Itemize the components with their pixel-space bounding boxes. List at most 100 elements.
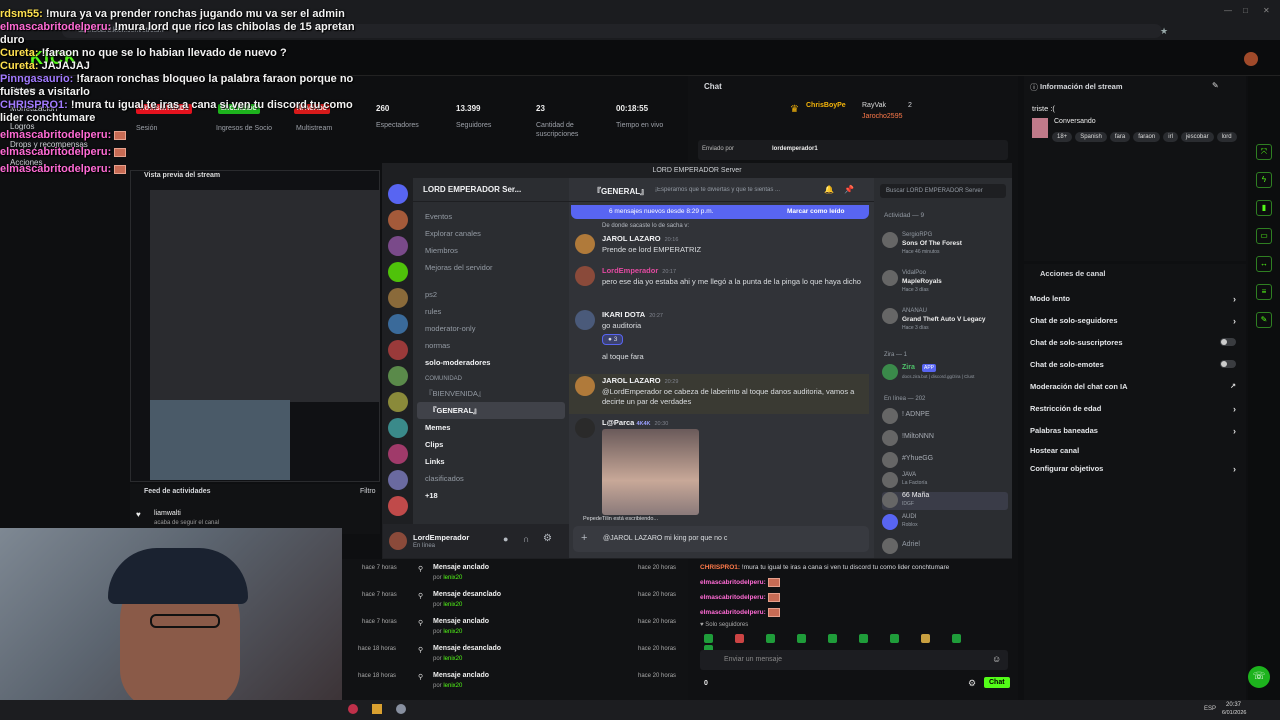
message-author[interactable]: LordEmperador 20:17 xyxy=(602,266,676,275)
message-image[interactable] xyxy=(602,429,699,515)
tool-icon[interactable]: ≡ xyxy=(1256,284,1272,300)
gear-icon[interactable]: ⚙ xyxy=(968,678,976,689)
new-messages-banner[interactable]: 6 mensajes nuevos desde 8:29 p.m. Marcar… xyxy=(571,205,869,219)
avatar[interactable] xyxy=(575,418,595,438)
action-followers-only[interactable]: Chat de solo-seguidores › xyxy=(1030,316,1240,326)
maximize-icon[interactable]: □ xyxy=(1243,6,1248,15)
server-icon[interactable] xyxy=(388,262,408,282)
close-icon[interactable]: ✕ xyxy=(1263,6,1270,15)
message-author[interactable]: JAROL LAZARO 20:16 xyxy=(602,234,678,243)
member-item[interactable]: Adriel xyxy=(882,538,1002,556)
server-icon[interactable] xyxy=(388,184,408,204)
app-icon[interactable] xyxy=(348,704,358,714)
channel-item[interactable]: normas xyxy=(413,337,569,354)
server-icon[interactable] xyxy=(388,340,408,360)
channel-item[interactable]: clasificados xyxy=(413,470,569,487)
wrench-icon[interactable]: ✎ xyxy=(1256,312,1272,328)
message-author[interactable]: JAROL LAZARO 20:29 xyxy=(602,376,678,385)
link-icon[interactable]: ↔ xyxy=(1256,256,1272,272)
server-icon[interactable] xyxy=(388,288,408,308)
member-item[interactable]: #YhueGG xyxy=(882,452,1002,470)
edit-icon[interactable]: ✎ xyxy=(1212,81,1219,90)
server-icon[interactable] xyxy=(388,444,408,464)
server-icon[interactable] xyxy=(388,314,408,334)
message-input[interactable]: + @JAROL LAZARO mi king por que no c xyxy=(573,526,869,552)
channel-item[interactable]: Memes xyxy=(413,419,569,436)
action-banned-words[interactable]: Palabras baneadas › xyxy=(1030,426,1240,436)
pinned-message[interactable]: Enviado por lordemperador1 xyxy=(698,140,1008,160)
bookmark-star-icon[interactable]: ★ xyxy=(1160,26,1168,37)
bolt-icon[interactable]: ϟ xyxy=(1256,172,1272,188)
mark-read-button[interactable]: Marcar como leído xyxy=(787,208,844,215)
channel-item[interactable]: solo-moderadores xyxy=(413,354,569,371)
message-author[interactable]: IKARI DOTA 20:27 xyxy=(602,310,663,319)
channel-item[interactable]: Links xyxy=(413,453,569,470)
channel-item[interactable]: Eventos xyxy=(413,208,569,225)
channel-item[interactable]: ps2 xyxy=(413,286,569,303)
channel-item[interactable]: Miembros xyxy=(413,242,569,259)
action-host-channel[interactable]: Hostear canal xyxy=(1030,446,1240,455)
message-author[interactable]: L@Parca 4K4K 20:30 xyxy=(602,418,668,427)
activity-card[interactable]: VidalPoo MapleRoyals Hace 3 días xyxy=(882,270,1002,300)
member-item[interactable]: JAVA La Factoría xyxy=(882,472,1002,490)
server-icon[interactable] xyxy=(388,392,408,412)
channel-item[interactable]: Clips xyxy=(413,436,569,453)
channel-item[interactable]: Mejoras del servidor xyxy=(413,259,569,276)
avatar[interactable] xyxy=(1244,52,1258,66)
gear-icon[interactable]: ⚙ xyxy=(543,533,552,544)
folder-icon[interactable] xyxy=(372,704,382,714)
category-header[interactable]: COMUNIDAD xyxy=(413,371,569,385)
bell-icon[interactable]: 🔔 xyxy=(824,185,834,194)
clock[interactable]: 20:37 xyxy=(1226,702,1241,708)
member-item[interactable]: 66 Maña IDGF xyxy=(882,492,1008,510)
avatar[interactable] xyxy=(575,234,595,254)
action-subs-only[interactable]: Chat de solo-suscriptores xyxy=(1030,338,1240,347)
mic-icon[interactable]: ● xyxy=(503,534,508,544)
avatar[interactable] xyxy=(575,376,595,396)
emoji-icon[interactable]: ☺ xyxy=(992,654,1001,664)
channel-item[interactable]: Explorar canales xyxy=(413,225,569,242)
activity-card[interactable]: ANANAU Grand Theft Auto V Legacy Hace 3 dí… xyxy=(882,308,1002,338)
member-item[interactable]: ! ADNPE xyxy=(882,408,1002,426)
channel-item[interactable]: 『BIENVENIDA』 xyxy=(413,385,569,402)
member-item[interactable]: Zira APP docs.zira.bot | discord.gg/zira |… xyxy=(882,364,1008,384)
minimize-icon[interactable]: — xyxy=(1224,6,1232,15)
channel-item[interactable]: moderator-only xyxy=(413,320,569,337)
tool-icon[interactable]: ▮ xyxy=(1256,200,1272,216)
server-icon[interactable] xyxy=(388,236,408,256)
avatar[interactable] xyxy=(575,266,595,286)
action-emotes-only[interactable]: Chat de solo-emotes xyxy=(1030,360,1240,369)
channel-item-active[interactable]: 『GENERAL』 xyxy=(417,402,565,419)
top-user[interactable]: Jarocho2595 xyxy=(862,113,902,120)
action-age-restriction[interactable]: Restricción de edad › xyxy=(1030,404,1240,414)
support-icon[interactable]: ☏ xyxy=(1248,666,1270,688)
headphones-icon[interactable]: ∩ xyxy=(523,534,529,544)
top-user[interactable]: RayVak xyxy=(862,102,886,109)
points-count[interactable]: 0 xyxy=(704,680,708,687)
avatar[interactable] xyxy=(575,310,595,330)
activity-card[interactable]: SergioRPG Sons Of The Forest Hace 46 minut… xyxy=(882,232,1002,262)
emote-bar[interactable] xyxy=(704,634,1004,654)
reply-preview[interactable]: De donde sacaste lo de sacha v: xyxy=(602,223,689,229)
member-item[interactable]: !MiltoNNN xyxy=(882,430,1002,448)
reaction-chip[interactable]: ● 3 xyxy=(602,334,624,345)
plus-icon[interactable]: + xyxy=(581,532,587,544)
filter-button[interactable]: Filtro xyxy=(360,488,376,495)
server-icon[interactable] xyxy=(388,366,408,386)
tool-icon[interactable]: ⤧ xyxy=(1256,144,1272,160)
channel-item[interactable]: +18 xyxy=(413,487,569,504)
chat-input[interactable]: Enviar un mensaje ☺ xyxy=(700,650,1008,670)
server-name[interactable]: LORD EMPERADOR Ser... xyxy=(413,178,569,202)
server-icon[interactable] xyxy=(388,418,408,438)
action-ai-moderation[interactable]: Moderación del chat con IA ↗ xyxy=(1030,382,1240,391)
stream-category[interactable]: Conversando xyxy=(1054,118,1096,125)
chat-icon[interactable]: ▭ xyxy=(1256,228,1272,244)
server-icon[interactable] xyxy=(388,496,408,516)
action-slow-mode[interactable]: Modo lento › xyxy=(1030,294,1240,304)
top-user[interactable]: ChrisBoyPe xyxy=(806,102,846,109)
activity-header[interactable]: Actividad — 9 xyxy=(884,212,924,219)
send-chat-button[interactable]: Chat xyxy=(984,677,1010,688)
date[interactable]: 6/01/2026 xyxy=(1222,710,1246,716)
pin-icon[interactable]: 📌 xyxy=(844,185,854,194)
avatar[interactable] xyxy=(389,532,407,550)
